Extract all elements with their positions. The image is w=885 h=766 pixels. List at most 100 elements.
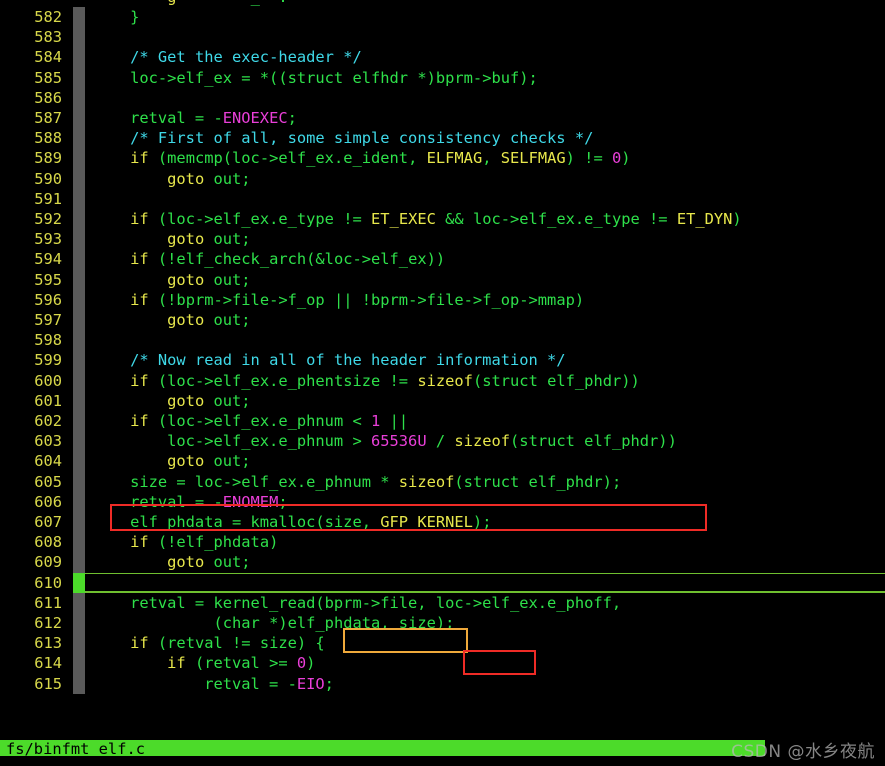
code-line[interactable]: 584 /* Get the exec-header */ bbox=[0, 47, 885, 68]
code-line[interactable]: 582 } bbox=[0, 7, 885, 28]
code-token: ; bbox=[324, 674, 334, 693]
code-token: (loc->elf_ex.e_phentsize != bbox=[148, 371, 418, 390]
fold-column[interactable] bbox=[73, 633, 85, 654]
fold-column[interactable] bbox=[73, 310, 85, 331]
code-lines-container[interactable]: 582 } 583 584 /* Get the exec-header */585… bbox=[0, 0, 885, 740]
code-token: ENOEXEC bbox=[222, 109, 288, 127]
code-line[interactable]: 609 goto out; bbox=[0, 552, 885, 573]
code-line[interactable]: 611 retval = kernel_read(bprm->file, loc… bbox=[0, 592, 885, 613]
fold-column[interactable] bbox=[73, 572, 85, 593]
code-line[interactable]: 591 bbox=[0, 188, 885, 209]
code-line[interactable]: 598 bbox=[0, 330, 885, 351]
code-line[interactable]: 592 if (loc->elf_ex.e_type != ET_EXEC &&… bbox=[0, 209, 885, 230]
fold-column[interactable] bbox=[73, 653, 85, 674]
code-line[interactable]: 614 if (retval >= 0) bbox=[0, 653, 885, 674]
fold-column[interactable] bbox=[73, 269, 85, 290]
fold-column[interactable] bbox=[73, 47, 85, 68]
code-line[interactable]: 588 /* First of all, some simple consist… bbox=[0, 128, 885, 149]
code-line[interactable]: 612 (char *)elf_phdata, size); bbox=[0, 613, 885, 634]
fold-column[interactable] bbox=[73, 613, 85, 634]
code-line[interactable]: 607 elf_phdata = kmalloc(size, GFP_KERNE… bbox=[0, 512, 885, 533]
code-line[interactable]: 599 /* Now read in all of the header inf… bbox=[0, 350, 885, 371]
fold-column[interactable] bbox=[73, 411, 85, 432]
fold-column[interactable] bbox=[73, 7, 85, 28]
fold-column[interactable] bbox=[73, 249, 85, 270]
fold-column[interactable] bbox=[73, 390, 85, 411]
code-line[interactable]: 586 bbox=[0, 87, 885, 108]
code-token: if bbox=[130, 371, 149, 390]
code-token: ) != bbox=[565, 149, 612, 168]
fold-column[interactable] bbox=[73, 87, 85, 108]
code-line[interactable]: 613 if (retval != size) { bbox=[0, 633, 885, 654]
code-line[interactable]: 602 if (loc->elf_ex.e_phnum < 1 || bbox=[0, 411, 885, 432]
fold-column[interactable] bbox=[73, 168, 85, 189]
code-line[interactable]: 595 goto out; bbox=[0, 269, 885, 290]
code-line[interactable]: 583 bbox=[0, 27, 885, 48]
code-token: sizeof bbox=[417, 371, 473, 390]
fold-column[interactable] bbox=[73, 552, 85, 573]
fold-column[interactable] bbox=[73, 370, 85, 391]
code-token: if bbox=[130, 290, 149, 309]
line-number: 606 bbox=[34, 492, 62, 511]
status-bar: fs/binfmt_elf.c bbox=[0, 740, 765, 756]
line-number: 596 bbox=[34, 290, 62, 309]
fold-column[interactable] bbox=[73, 431, 85, 452]
line-number: 614 bbox=[34, 654, 62, 673]
fold-column[interactable] bbox=[73, 188, 85, 209]
fold-column[interactable] bbox=[73, 673, 85, 694]
fold-column[interactable] bbox=[73, 209, 85, 230]
fold-column[interactable] bbox=[73, 512, 85, 533]
code-line[interactable]: 604 goto out; bbox=[0, 451, 885, 472]
code-line[interactable]: 608 if (!elf_phdata) bbox=[0, 532, 885, 553]
code-line[interactable]: 587 retval = -ENOEXEC; bbox=[0, 108, 885, 129]
code-line[interactable]: 596 if (!bprm->file->f_op || !bprm->file… bbox=[0, 289, 885, 310]
code-token: if bbox=[130, 634, 149, 653]
code-line[interactable]: 603 loc->elf_ex.e_phnum > 65536U / sizeo… bbox=[0, 431, 885, 452]
fold-column[interactable] bbox=[73, 148, 85, 169]
fold-column[interactable] bbox=[73, 330, 85, 351]
code-line[interactable]: 610 bbox=[0, 572, 885, 593]
code-token: (!elf_check_arch(&loc->elf_ex)) bbox=[148, 250, 446, 269]
code-token: /* Now read in all of the header informa… bbox=[130, 351, 566, 370]
code-line[interactable]: 594 if (!elf_check_arch(&loc->elf_ex)) bbox=[0, 249, 885, 270]
code-line-source: if (retval >= 0) bbox=[93, 653, 315, 673]
code-token: elf_phdr)) bbox=[574, 432, 677, 451]
fold-column[interactable] bbox=[73, 532, 85, 553]
fold-column[interactable] bbox=[73, 592, 85, 613]
fold-column[interactable] bbox=[73, 289, 85, 310]
code-token: loc->elf_ex = *(( bbox=[93, 68, 288, 87]
fold-column[interactable] bbox=[73, 67, 85, 88]
fold-column[interactable] bbox=[73, 128, 85, 149]
code-line[interactable]: 585 loc->elf_ex = *((struct elfhdr *)bpr… bbox=[0, 67, 885, 88]
code-line[interactable]: 593 goto out; bbox=[0, 229, 885, 250]
fold-column[interactable] bbox=[73, 108, 85, 129]
fold-column[interactable] bbox=[73, 451, 85, 472]
code-line[interactable]: 615 retval = -EIO; bbox=[0, 673, 885, 694]
fold-column[interactable] bbox=[73, 491, 85, 512]
fold-column[interactable] bbox=[73, 350, 85, 371]
code-line[interactable]: 605 size = loc->elf_ex.e_phnum * sizeof(… bbox=[0, 471, 885, 492]
code-line[interactable]: 589 if (memcmp(loc->elf_ex.e_ident, ELFM… bbox=[0, 148, 885, 169]
line-number: 583 bbox=[34, 28, 62, 47]
line-number: 613 bbox=[34, 634, 62, 653]
code-line[interactable]: 606 retval = -ENOMEM; bbox=[0, 491, 885, 512]
line-number: 610 bbox=[34, 573, 62, 592]
code-token: goto bbox=[167, 230, 205, 249]
code-token: 1 bbox=[371, 412, 381, 430]
code-token: ET_EXEC bbox=[371, 210, 436, 228]
fold-column[interactable] bbox=[73, 471, 85, 492]
fold-column[interactable] bbox=[73, 229, 85, 250]
code-line[interactable]: 597 goto out; bbox=[0, 310, 885, 331]
code-line[interactable]: 590 goto out; bbox=[0, 168, 885, 189]
code-token: (!elf_phdata) bbox=[148, 533, 279, 552]
code-line[interactable]: 600 if (loc->elf_ex.e_phentsize != sizeo… bbox=[0, 370, 885, 391]
fold-column[interactable] bbox=[73, 27, 85, 48]
code-line[interactable]: 601 goto out; bbox=[0, 390, 885, 411]
code-token: /* Get the exec-header */ bbox=[130, 48, 362, 67]
line-number: 585 bbox=[34, 68, 62, 87]
